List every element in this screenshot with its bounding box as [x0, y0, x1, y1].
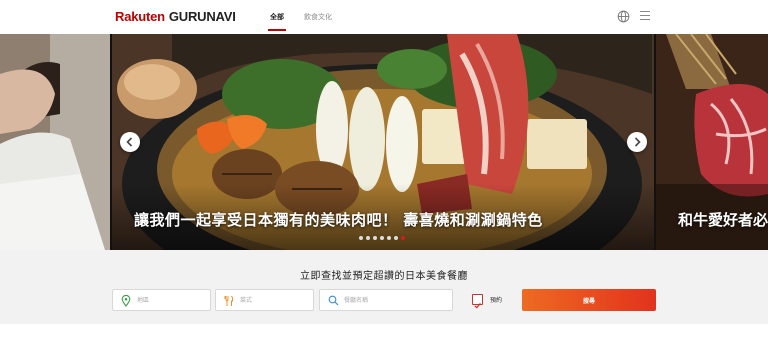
search-heading: 立即查找並預定超讚的日本美食餐廳	[300, 271, 468, 282]
logo-product: GURUNAVI	[168, 9, 236, 24]
checkbox-box[interactable]	[472, 294, 483, 309]
carousel-dot[interactable]	[394, 236, 398, 240]
carousel-dots	[359, 236, 405, 241]
location-pin-icon	[121, 295, 131, 307]
tab-all[interactable]: 全部	[268, 12, 286, 31]
fork-knife-icon	[224, 295, 234, 306]
chevron-right-icon	[634, 137, 641, 147]
carousel-slide-next[interactable]: 和牛愛好者必	[656, 34, 768, 250]
globe-icon[interactable]	[617, 10, 630, 23]
reservation-label: 預約	[490, 297, 503, 304]
carousel-dot[interactable]	[359, 236, 363, 240]
carousel-dot[interactable]	[380, 236, 384, 240]
chevron-left-icon	[126, 137, 133, 147]
keyword-input[interactable]	[344, 290, 446, 310]
slide-caption-next: 和牛愛好者必	[678, 211, 768, 229]
cuisine-field[interactable]	[215, 289, 314, 311]
rakuten-gurunavi-logo[interactable]: Rakuten GURUNAVI	[115, 9, 236, 24]
location-field[interactable]	[112, 289, 211, 311]
carousel-dot-active[interactable]	[401, 236, 405, 240]
carousel-slide-prev[interactable]	[0, 34, 110, 250]
slide-photo-person	[0, 34, 110, 250]
slide-caption: 讓我們一起享受日本獨有的美味肉吧！ 壽喜燒和涮涮鍋特色	[134, 211, 543, 229]
hero-carousel: 讓我們一起享受日本獨有的美味肉吧！ 壽喜燒和涮涮鍋特色 和牛愛好者必	[0, 34, 768, 250]
location-input[interactable]	[137, 290, 204, 310]
carousel-next-button[interactable]	[627, 132, 647, 152]
search-button[interactable]: 搜尋	[522, 289, 656, 311]
carousel-dot[interactable]	[366, 236, 370, 240]
keyword-field[interactable]	[319, 289, 453, 311]
logo-brand: Rakuten	[115, 9, 165, 24]
tab-food-culture[interactable]: 飲食文化	[304, 12, 332, 22]
carousel-dot[interactable]	[373, 236, 377, 240]
reservation-checkbox[interactable]: 預約	[472, 294, 522, 309]
search-icon	[328, 295, 339, 306]
restaurant-search-panel: 立即查找並預定超讚的日本美食餐廳 預約 搜尋	[0, 250, 768, 324]
carousel-slide-active[interactable]: 讓我們一起享受日本獨有的美味肉吧！ 壽喜燒和涮涮鍋特色	[112, 34, 654, 250]
checkmark-icon	[474, 303, 481, 309]
carousel-prev-button[interactable]	[120, 132, 140, 152]
carousel-dot[interactable]	[387, 236, 391, 240]
site-header: Rakuten GURUNAVI 全部 飲食文化	[0, 0, 768, 34]
menu-icon[interactable]	[640, 11, 650, 21]
cuisine-input[interactable]	[240, 290, 307, 310]
page-footer-space	[0, 324, 768, 352]
